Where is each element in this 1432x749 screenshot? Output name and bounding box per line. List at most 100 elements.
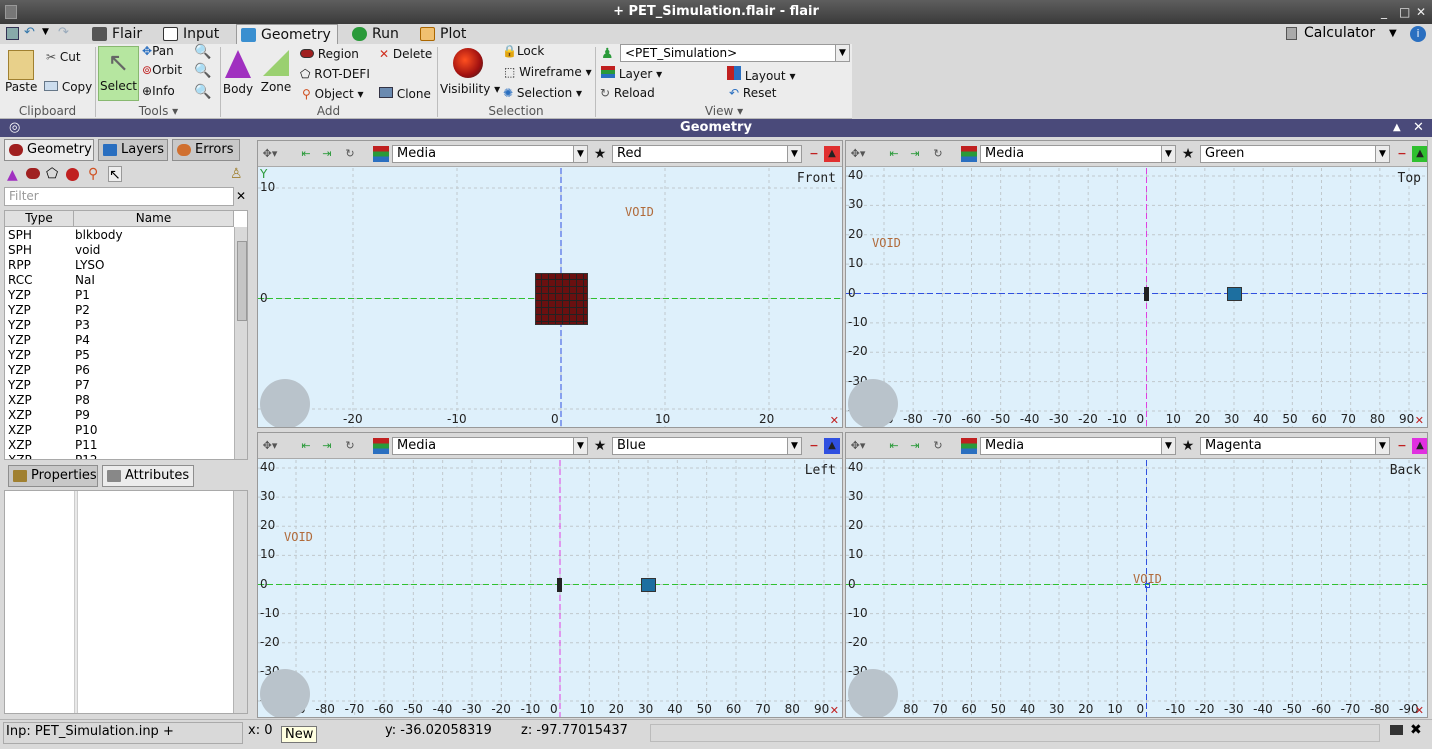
reload-button[interactable]: ↻ Reload <box>600 86 655 100</box>
list-item[interactable]: YZP P2 <box>5 303 233 318</box>
close-view-icon[interactable]: ✕ <box>830 704 839 717</box>
forward-icon[interactable]: ⇥ <box>907 438 923 454</box>
tab-attributes[interactable]: Attributes <box>102 465 194 487</box>
source-marker[interactable] <box>1143 286 1149 301</box>
pan-viewport-icon[interactable]: ✥▾ <box>850 146 866 162</box>
regions-filter-icon[interactable] <box>26 168 40 179</box>
zone-button[interactable]: Zone <box>260 50 292 98</box>
pointer-filter-icon[interactable]: ↖ <box>108 166 122 183</box>
viewport-canvas[interactable]: -90-80-70-60-50-40-30-20-100102030405060… <box>846 168 1427 427</box>
input-combo[interactable]: <PET_Simulation> ▼ <box>620 44 850 62</box>
reset-button[interactable]: ↶ Reset <box>729 86 776 100</box>
filter-input[interactable]: Filter <box>4 187 234 206</box>
viewport-canvas[interactable]: -90-80-70-60-50-40-30-20-100102030405060… <box>258 460 842 717</box>
refresh-icon[interactable]: ↻ <box>342 146 358 162</box>
detector-block[interactable] <box>641 577 656 592</box>
tab-errors[interactable]: Errors <box>172 139 240 161</box>
list-item[interactable]: XZP P9 <box>5 408 233 423</box>
copy-button[interactable]: Copy <box>44 80 92 94</box>
tab-plot[interactable]: Plot <box>416 24 472 44</box>
cut-button[interactable]: ✂ Cut <box>46 50 81 64</box>
close-view-icon[interactable]: ✕ <box>1415 704 1424 717</box>
list-item[interactable]: SPH void <box>5 243 233 258</box>
source-marker[interactable] <box>557 577 562 592</box>
star-icon[interactable]: ★ <box>592 438 608 454</box>
media-combo[interactable]: Media ▼ <box>392 145 588 163</box>
detector-block[interactable] <box>1227 286 1242 301</box>
delete-button[interactable]: ✕ Delete <box>379 47 432 61</box>
frame-menu-icon[interactable]: ◎ <box>9 119 20 137</box>
tab-flair[interactable]: Flair <box>88 24 148 44</box>
minimize-button[interactable]: _ <box>1381 0 1387 24</box>
body-button[interactable]: Body <box>222 50 254 100</box>
media-combo[interactable]: Media ▼ <box>980 437 1176 455</box>
minimize-viewport-icon[interactable]: − <box>1394 146 1410 162</box>
materials-filter-icon[interactable] <box>66 168 79 181</box>
list-item[interactable]: RCC NaI <box>5 273 233 288</box>
zones-filter-icon[interactable]: ⬠ <box>46 166 58 182</box>
pan-viewport-icon[interactable]: ✥▾ <box>850 438 866 454</box>
axis-gizmo[interactable] <box>260 379 310 427</box>
viewport-color-combo[interactable]: Blue ▼ <box>612 437 802 455</box>
viewport-color-icon[interactable]: ▲ <box>824 146 840 162</box>
tab-geometry[interactable]: Geometry <box>236 24 338 45</box>
viewport-color-icon[interactable]: ▲ <box>824 438 840 454</box>
star-icon[interactable]: ★ <box>1180 438 1196 454</box>
viewport-top[interactable]: ✥▾⇤⇥↻Media▼★Green▼−▲-90-80-70-60-50-40-3… <box>845 140 1428 428</box>
list-item[interactable]: SPH blkbody <box>5 228 233 243</box>
viewport-color-icon[interactable]: ▲ <box>1412 438 1427 454</box>
close-view-icon[interactable]: ✕ <box>1415 414 1424 427</box>
calculator-dropdown-icon[interactable]: ▼ <box>1389 28 1397 39</box>
layout-button[interactable]: Layout ▾ <box>727 66 795 83</box>
layer-icon[interactable] <box>961 146 977 162</box>
forward-icon[interactable]: ⇥ <box>319 438 335 454</box>
refresh-icon[interactable]: ↻ <box>930 438 946 454</box>
layer-icon[interactable] <box>373 146 389 162</box>
media-combo[interactable]: Media ▼ <box>392 437 588 455</box>
props-scrollbar[interactable] <box>233 491 247 713</box>
forward-icon[interactable]: ⇥ <box>907 146 923 162</box>
viewport-color-combo[interactable]: Red ▼ <box>612 145 802 163</box>
save-icon[interactable] <box>6 27 19 40</box>
rot-defi-button[interactable]: ⬠ ROT-DEFI <box>300 67 370 81</box>
close-window-button[interactable]: ✕ <box>1416 0 1426 24</box>
screenshot-icon[interactable] <box>1390 725 1403 735</box>
clear-filter-button[interactable]: ✕ <box>234 187 248 206</box>
back-icon[interactable]: ⇤ <box>886 146 902 162</box>
region-button[interactable]: Region <box>300 47 359 61</box>
axis-gizmo[interactable] <box>260 669 310 717</box>
back-icon[interactable]: ⇤ <box>886 438 902 454</box>
layer-button[interactable]: Layer ▾ <box>601 66 662 81</box>
list-item[interactable]: YZP P4 <box>5 333 233 348</box>
list-item[interactable]: XZP P12 <box>5 453 233 459</box>
minimize-viewport-icon[interactable]: − <box>1394 438 1410 454</box>
refresh-icon[interactable]: ↻ <box>342 438 358 454</box>
viewport-color-combo[interactable]: Magenta ▼ <box>1200 437 1390 455</box>
selection-button[interactable]: ✺ Selection ▾ <box>503 86 582 100</box>
viewport-left[interactable]: ✥▾⇤⇥↻Media▼★Blue▼−▲-90-80-70-60-50-40-30… <box>257 432 843 718</box>
zoom-fit-icon[interactable]: 🔍 <box>194 84 211 100</box>
calculator-button[interactable]: Calculator <box>1304 25 1375 41</box>
view-group-menu[interactable]: View ▾ <box>596 104 852 118</box>
undo-dropdown-icon[interactable]: ▼ <box>42 27 49 37</box>
maximize-button[interactable]: □ <box>1399 0 1410 24</box>
pan-viewport-icon[interactable]: ✥▾ <box>262 146 278 162</box>
back-icon[interactable]: ⇤ <box>298 146 314 162</box>
info-button[interactable]: ⊕Info <box>142 84 175 98</box>
objects-filter-icon[interactable]: ⚲ <box>88 166 98 182</box>
list-item[interactable]: XZP P10 <box>5 423 233 438</box>
minimize-viewport-icon[interactable]: − <box>806 146 822 162</box>
zoom-out-icon[interactable]: 🔍 <box>194 63 211 79</box>
list-item[interactable]: YZP P5 <box>5 348 233 363</box>
select-button[interactable]: ↖ Select <box>98 46 139 101</box>
layer-icon[interactable] <box>373 438 389 454</box>
pan-button[interactable]: ✥Pan <box>142 44 174 58</box>
list-item[interactable]: YZP P3 <box>5 318 233 333</box>
refresh-icon[interactable]: ↻ <box>930 146 946 162</box>
redo-icon[interactable]: ↷ <box>58 25 69 40</box>
col-header-name[interactable]: Name <box>74 211 234 227</box>
layer-icon[interactable] <box>961 438 977 454</box>
tab-geometry-list[interactable]: Geometry <box>4 139 94 161</box>
back-icon[interactable]: ⇤ <box>298 438 314 454</box>
tab-properties[interactable]: Properties <box>8 465 98 487</box>
